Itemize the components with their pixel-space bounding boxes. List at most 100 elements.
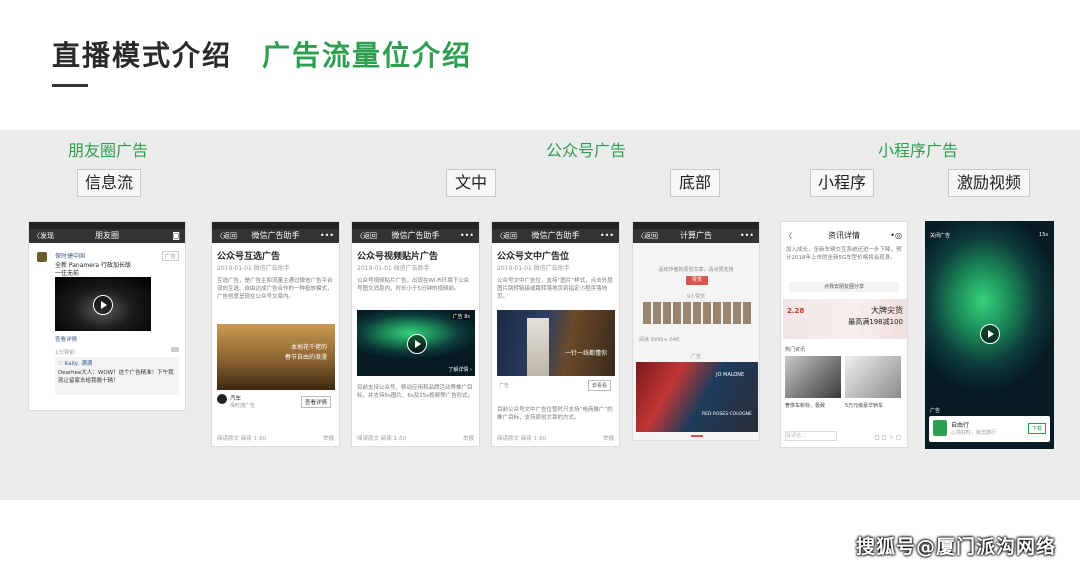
nav-bar: 〈返回 微信广告助手 ••• (352, 229, 479, 243)
cta-button[interactable]: 查看详情 (300, 396, 331, 408)
back-button[interactable]: 〈返回 (637, 229, 658, 243)
ad-image[interactable]: 本地花千佬的 春节自由的浪漫 (217, 324, 335, 390)
nav-title: 微信广告助手 (251, 231, 300, 240)
title-main: 直播模式介绍 (52, 39, 233, 72)
countdown: 15s (1039, 232, 1048, 238)
nav-title: 计算广告 (680, 231, 712, 240)
reward-prompt: 喜欢作者的原创文章，请点赞支持 (658, 267, 734, 273)
more-icon[interactable]: ••• (320, 229, 334, 243)
nav-title: 微信广告助手 (531, 231, 580, 240)
nav-title: 朋友圈 (95, 231, 119, 240)
status-bar (29, 222, 185, 229)
report-link[interactable]: 举报 (603, 434, 614, 442)
footer-stats: 阅读原文 阅读 1 ♁0 (217, 436, 267, 442)
phone-bottom-ad: 〈返回 计算广告 ••• 喜欢作者的原创文章，请点赞支持 赞赏 9人赞赏 阅读 … (632, 221, 760, 441)
video-ad[interactable]: 广告 8s 了解详情 › (357, 310, 475, 376)
ad-product: RED ROSES COLOGNE (702, 412, 752, 417)
nav-bar: 〈发现 朋友圈 ◙ (29, 229, 185, 243)
nav-bar: 〈返回 计算广告 ••• (633, 229, 759, 243)
ad-image-caption-1: 本地花千佬的 (290, 344, 327, 351)
article-footer: 阅读原文 阅读 1 ♁0 举报 (217, 434, 334, 442)
back-button[interactable]: 〈返回 (496, 229, 517, 243)
article-text: 互选广告，是广告主和流量主通过微信广告平台双向互选、自由达成广告合作的一种投放模… (217, 278, 333, 300)
status-bar (633, 222, 759, 229)
news-image-2[interactable] (845, 356, 901, 398)
comment-icon[interactable] (171, 347, 179, 352)
play-icon[interactable] (407, 334, 427, 354)
title-accent: 广告流量位介绍 (262, 39, 473, 72)
app-subtitle: 心情好时，就去旅行 (951, 430, 997, 436)
title-underline (52, 84, 88, 87)
app-name: 自由行 (951, 422, 970, 429)
more-link[interactable]: 查看详情 (55, 335, 77, 343)
back-button[interactable]: 〈返回 (356, 229, 377, 243)
ad-image-caption-2: 春节自由的浪漫 (284, 354, 327, 361)
status-bar (781, 222, 907, 229)
footer-action-icons[interactable]: ◻◻☆◻ (875, 434, 903, 441)
article-title: 公众号视频贴片广告 (357, 252, 439, 262)
phone-reward-video: 关闭广告 15s 广告 自由行 心情好时，就去旅行 下载 (925, 221, 1054, 449)
report-link[interactable]: 举报 (323, 434, 334, 442)
ad-image-text: 一针一线都懂你 (564, 350, 607, 357)
nav-bar: 〈 资讯详情 •◎ (781, 229, 907, 243)
promo-banner[interactable]: 2.28 大牌尖货 最高满198减100 (783, 299, 907, 339)
close-ad-button[interactable]: 关闭广告 (930, 232, 950, 239)
ad-image[interactable]: JO MALONE RED ROSES COLOGNE (636, 362, 758, 432)
camera-icon[interactable]: ◙ (172, 229, 180, 243)
video-ad-link[interactable]: 了解详情 › (448, 366, 472, 373)
read-stats: 阅读 9999+ ♁48 (639, 337, 680, 343)
back-button[interactable]: 〈返回 (216, 229, 237, 243)
phone-moments: 〈发现 朋友圈 ◙ 保时捷中国 广告 全新 Panamera 行政加长版 一往无… (28, 221, 186, 411)
more-icon[interactable]: ••• (460, 229, 474, 243)
ad-video-thumbnail[interactable] (55, 277, 151, 331)
article-footer: 阅读原文 阅读 1 ♁0 举报 (497, 434, 614, 442)
reward-button[interactable]: 赞赏 (686, 276, 708, 285)
phone-in-article-ad: 〈返回 微信广告助手 ••• 公众号文中广告位 2019-01-01 微信广告助… (491, 221, 620, 447)
more-icon[interactable]: ••• (740, 229, 754, 243)
video-ad-badge: 广告 8s (450, 313, 472, 320)
back-button[interactable]: 〈发现 (33, 229, 54, 243)
status-bar (352, 222, 479, 229)
article-title: 公众号文中广告位 (497, 252, 570, 262)
reward-avatars (643, 302, 751, 324)
likes: ♡ Kally, 满满 (58, 361, 93, 367)
ad-button[interactable]: 去看看 (587, 380, 611, 391)
article-text-2: 目前支持公众号、移动应用和品牌活动等推广目标，并支持5s图片、6s及15s视频等… (357, 385, 474, 399)
article-text: 加入成长，全新车辆交互系统还进一步下降，预计2018年上市的全新5G车型价格将会… (786, 247, 902, 261)
back-button[interactable]: 〈 (785, 229, 792, 243)
download-button[interactable]: 下载 (1027, 423, 1046, 434)
account-name[interactable]: 保时捷中国 (55, 251, 85, 260)
nav-bar: 〈返回 微信广告助手 ••• (212, 229, 339, 243)
shirt-shape (527, 318, 549, 376)
report-link[interactable]: 举报 (463, 434, 474, 442)
box-reward-video: 激励视频 (948, 169, 1030, 197)
brand-name: 汽车 (230, 396, 242, 402)
category-moments: 朋友圈广告 (68, 141, 149, 160)
promo-title: 大牌尖货 (871, 306, 903, 315)
share-link[interactable]: 点我去朋友圈分享 (789, 282, 899, 292)
news-image-1[interactable] (785, 356, 841, 398)
article-text: 公众号视频贴片广告，出现在Wi-Fi环境下公众号图文消息内，时长小于5分钟的视频… (357, 278, 470, 292)
more-icon[interactable]: ••• (600, 229, 614, 243)
page-title: 直播模式介绍 广告流量位介绍 (52, 34, 472, 74)
comment-input[interactable]: 写评论... (785, 431, 837, 441)
section-title: 热门资讯 (785, 347, 806, 353)
avatar[interactable] (37, 252, 47, 262)
ad-line-2: 一往无前 (55, 270, 80, 277)
ad-image[interactable]: 一针一线都懂你 (497, 310, 615, 376)
likes-comments: ♡ Kally, 满满 Dearhee大人：WOW！这个广告精准！下午我就让留家… (55, 357, 179, 395)
box-in-article: 文中 (446, 169, 496, 197)
nav-bar: 〈返回 微信广告助手 ••• (492, 229, 619, 243)
phone-video-patch-ad: 〈返回 微信广告助手 ••• 公众号视频贴片广告 2019-01-01 微信广告… (351, 221, 480, 447)
brand-logo (217, 394, 227, 404)
play-icon[interactable] (93, 295, 113, 315)
article-meta: 2019-01-01 微信广告助手 (357, 265, 430, 272)
comment: Dearhee大人：WOW！这个广告精准！下午我就让留家去给我搬十辆！ (58, 370, 174, 384)
watermark: 搜狐号@厦门派沟网络 (855, 536, 1056, 558)
promo-date: 2.28 (787, 307, 805, 315)
ad-indicator (691, 435, 703, 437)
play-icon[interactable] (980, 324, 1000, 344)
more-icon[interactable]: •◎ (890, 229, 902, 243)
article-meta: 2019-01-01 微信广告助手 (217, 265, 290, 272)
app-download-card[interactable]: 自由行 心情好时，就去旅行 下载 (929, 416, 1050, 442)
